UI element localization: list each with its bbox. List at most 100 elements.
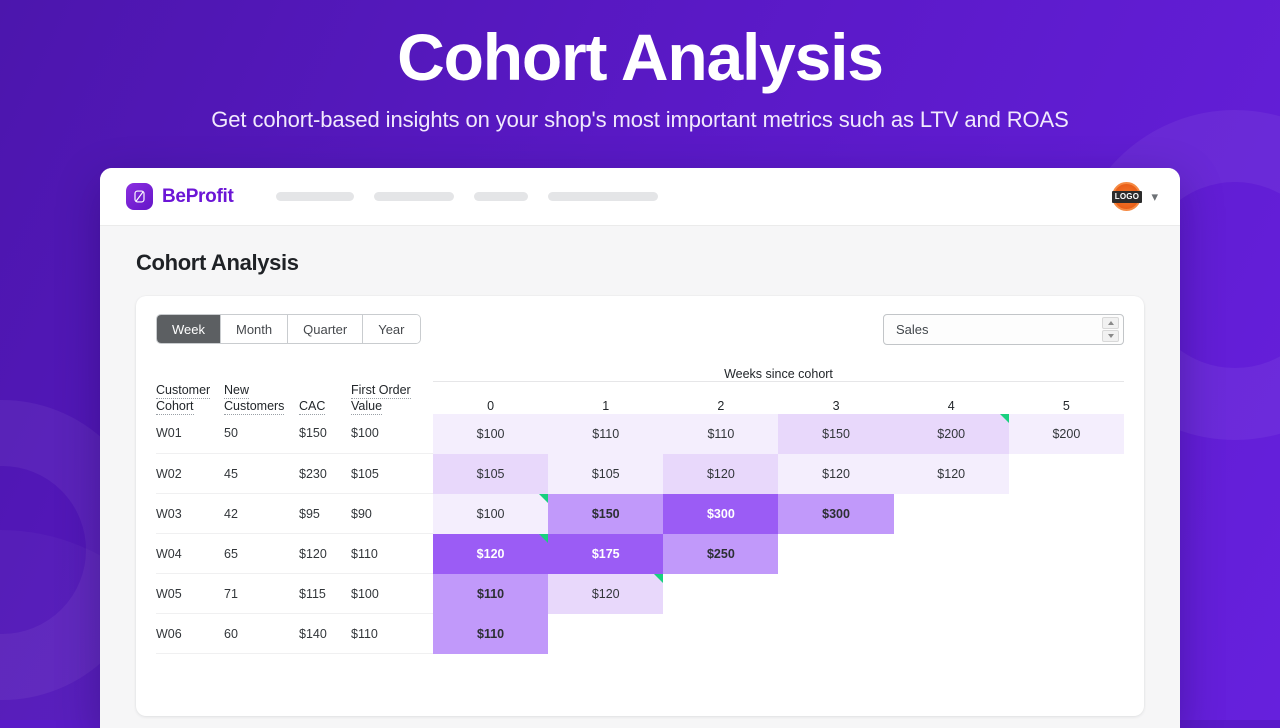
heatmap-cell-w02-w4[interactable]: $120: [893, 453, 1009, 494]
table-row: W02 45 $230 $105 $105 $105 $120 $120 $120: [156, 453, 1124, 494]
first-order-value: $110: [351, 533, 433, 574]
cac-value: $150: [299, 413, 351, 454]
heatmap-cell-w05-w3[interactable]: [778, 574, 893, 614]
header-week-1: 1: [602, 398, 610, 413]
heatmap-cell-w04-w1[interactable]: $175: [548, 533, 664, 574]
header-new-customers: New Customers: [224, 382, 285, 415]
heatmap-cell-w06-w4[interactable]: [894, 614, 1009, 654]
cohort-table: Weeks since cohort Customer Cohort New C…: [156, 367, 1124, 654]
heatmap-cell-w02-w2[interactable]: $120: [663, 453, 779, 494]
avatar[interactable]: LOGO: [1111, 182, 1143, 211]
metric-stepper[interactable]: [1102, 317, 1119, 342]
header-week-4: 4: [947, 398, 955, 413]
heatmap-cell-w02-w5[interactable]: [1009, 454, 1124, 494]
weeks-since-cohort-label: Weeks since cohort: [433, 367, 1124, 382]
table-row: W04 65 $120 $110 $120 $175 $250: [156, 533, 1124, 574]
hero-title: Cohort Analysis: [397, 20, 884, 94]
heatmap-cell-w03-w3[interactable]: $300: [778, 493, 894, 534]
heatmap-cell-w03-w1[interactable]: $150: [548, 493, 664, 534]
metric-select[interactable]: Sales: [883, 314, 1124, 345]
heatmap-cell-w02-w0[interactable]: $105: [433, 453, 549, 494]
new-customers-value: 45: [224, 453, 299, 494]
heatmap-cell-w06-w2[interactable]: [663, 614, 778, 654]
hero-banner: Cohort Analysis Get cohort-based insight…: [0, 0, 1280, 133]
tab-month[interactable]: Month: [221, 315, 289, 343]
cohort-table-body: W01 50 $150 $100 $100 $110 $110 $150 $200 $200 W02…: [156, 413, 1124, 654]
heatmap-cell-w03-w2[interactable]: $300: [663, 493, 779, 534]
heatmap-cell-w06-w0[interactable]: $110: [433, 613, 549, 654]
cohort-label: W03: [156, 493, 224, 534]
growth-marker-icon: [539, 493, 549, 503]
heatmap-cell-w02-w3[interactable]: $120: [778, 453, 894, 494]
brand-name: BeProfit: [162, 185, 234, 207]
heatmap-cell-w06-w3[interactable]: [778, 614, 893, 654]
heatmap-cell-w04-w5[interactable]: [1009, 534, 1124, 574]
card-header: Week Month Quarter Year Sales: [156, 314, 1124, 345]
heatmap-cell-w01-w5[interactable]: $200: [1008, 413, 1124, 454]
chevron-down-icon[interactable]: ▾: [1151, 190, 1158, 203]
heatmap-cell-w01-w3[interactable]: $150: [778, 413, 894, 454]
first-order-value: $110: [351, 613, 433, 654]
table-row: W05 71 $115 $100 $110 $120: [156, 573, 1124, 614]
hero-subtitle: Get cohort-based insights on your shop's…: [211, 107, 1069, 133]
heatmap-cell-w04-w0[interactable]: $120: [433, 533, 549, 574]
heatmap-cell-w04-w2[interactable]: $250: [663, 533, 779, 574]
span-spacer: [156, 367, 433, 382]
new-customers-value: 65: [224, 533, 299, 574]
heatmap-cell-w01-w2[interactable]: $110: [663, 413, 779, 454]
heatmap-cell-w04-w3[interactable]: [778, 534, 893, 574]
new-customers-value: 42: [224, 493, 299, 534]
nav-placeholder-1[interactable]: [275, 192, 354, 201]
cac-value: $140: [299, 613, 351, 654]
heatmap-cell-w05-w0[interactable]: $110: [433, 573, 549, 614]
cohort-label: W06: [156, 613, 224, 654]
header-customer-cohort: Customer Cohort: [156, 382, 211, 415]
heatmap-cell-w06-w1[interactable]: [548, 614, 663, 654]
new-customers-value: 60: [224, 613, 299, 654]
caret-up-icon[interactable]: [1102, 317, 1119, 329]
app-topbar: BeProfit LOGO ▾: [100, 168, 1180, 226]
tab-quarter[interactable]: Quarter: [288, 315, 364, 343]
cohort-label: W01: [156, 413, 224, 454]
growth-marker-icon: [654, 573, 664, 583]
cohort-label: W04: [156, 533, 224, 574]
heatmap-cell-w01-w0[interactable]: $100: [433, 413, 549, 454]
nav-placeholder-3[interactable]: [473, 192, 528, 201]
heatmap-cell-w03-w5[interactable]: [1009, 494, 1124, 534]
heatmap-cell-w01-w1[interactable]: $110: [548, 413, 664, 454]
heatmap-cell-w03-w4[interactable]: [894, 494, 1009, 534]
heatmap-cell-w04-w4[interactable]: [894, 534, 1009, 574]
heatmap-cell-w06-w5[interactable]: [1009, 614, 1124, 654]
cac-value: $230: [299, 453, 351, 494]
table-row: W03 42 $95 $90 $100 $150 $300 $300: [156, 493, 1124, 534]
granularity-tabs[interactable]: Week Month Quarter Year: [156, 314, 421, 344]
heatmap-cell-w02-w1[interactable]: $105: [548, 453, 664, 494]
nav-placeholder-4[interactable]: [547, 192, 658, 201]
new-customers-value: 71: [224, 573, 299, 614]
cohort-label: W05: [156, 573, 224, 614]
caret-down-icon[interactable]: [1102, 330, 1119, 342]
page-title: Cohort Analysis: [136, 250, 299, 275]
heatmap-cell-w03-w0[interactable]: $100: [433, 493, 549, 534]
nav-placeholders: [275, 192, 658, 201]
account-menu[interactable]: LOGO ▾: [1111, 182, 1158, 211]
first-order-value: $100: [351, 413, 433, 454]
cac-value: $95: [299, 493, 351, 534]
heatmap-cell-w01-w4[interactable]: $200: [893, 413, 1009, 454]
first-order-value: $105: [351, 453, 433, 494]
growth-marker-icon: [999, 413, 1009, 423]
table-row: W06 60 $140 $110 $110: [156, 613, 1124, 654]
heatmap-cell-w05-w2[interactable]: [663, 574, 778, 614]
tab-year[interactable]: Year: [363, 315, 420, 343]
nav-placeholder-2[interactable]: [373, 192, 454, 201]
heatmap-cell-w05-w5[interactable]: [1009, 574, 1124, 614]
heatmap-cell-w05-w1[interactable]: $120: [548, 573, 664, 614]
header-first-order-value: First Order Value: [351, 382, 411, 415]
heatmap-cell-w05-w4[interactable]: [894, 574, 1009, 614]
page-body: Cohort Analysis Week Month Quarter Year …: [100, 226, 1180, 716]
table-span-row: Weeks since cohort: [156, 367, 1124, 382]
tab-week[interactable]: Week: [157, 315, 221, 343]
new-customers-value: 50: [224, 413, 299, 454]
table-header-row: Customer Cohort New Customers CAC First …: [156, 382, 1124, 415]
brand[interactable]: BeProfit: [126, 183, 234, 210]
